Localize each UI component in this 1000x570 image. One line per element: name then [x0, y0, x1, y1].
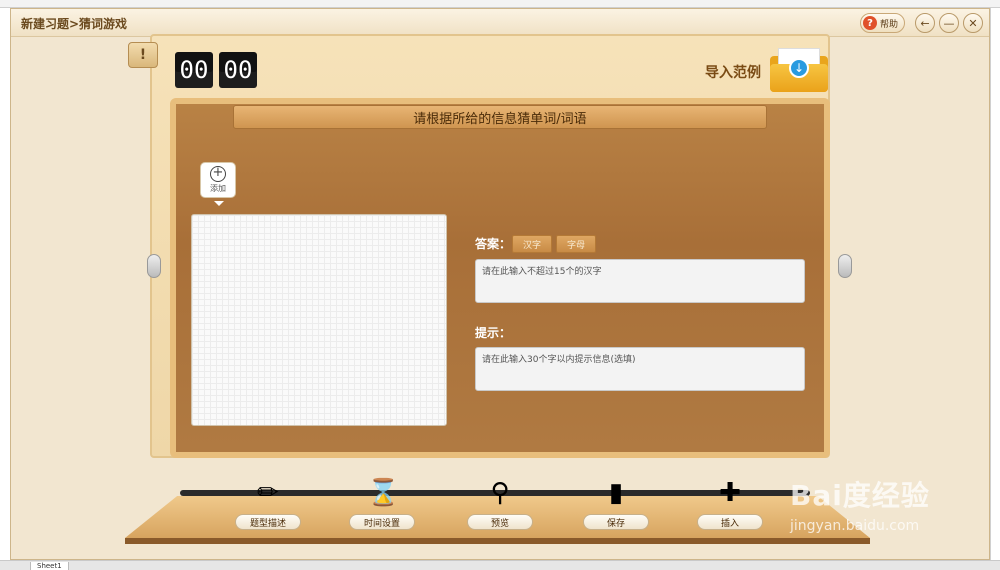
import-folder-icon[interactable]: ↓ [770, 46, 828, 92]
tool-label: 预览 [467, 514, 533, 530]
back-arrow-icon: ← [920, 16, 930, 30]
help-button[interactable]: ? 帮助 [859, 13, 905, 33]
insert-button[interactable]: ✚ 插入 [697, 474, 763, 534]
minimize-icon: — [943, 16, 955, 30]
timer-seconds: 00 [219, 52, 257, 88]
time-settings-button[interactable]: ⌛ 时间设置 [349, 474, 415, 534]
close-icon: ✕ [968, 16, 978, 30]
insert-icon: ✚ [719, 478, 741, 508]
import-example-label[interactable]: 导入范例 [705, 62, 761, 82]
magnifier-icon: ⚲ [490, 478, 510, 508]
pencil-icon: ✏ [257, 478, 279, 508]
plus-icon: + [210, 166, 226, 182]
usb-drive-icon: ▮ [608, 478, 624, 508]
help-label: 帮助 [879, 19, 898, 30]
image-canvas[interactable] [191, 214, 447, 426]
right-knob-icon [838, 254, 852, 278]
add-button[interactable]: + 添加 [200, 162, 236, 198]
answer-type-hanzi-button[interactable]: 汉字 [512, 235, 553, 253]
question-description-button[interactable]: ✏ 题型描述 [235, 474, 301, 534]
minimize-button[interactable]: — [939, 13, 959, 33]
add-caret-icon [214, 201, 224, 206]
background-toolbar [0, 0, 1000, 8]
window-title: 新建习题>猜词游戏 [21, 17, 128, 31]
answer-type-letters-button[interactable]: 字母 [556, 235, 597, 253]
close-button[interactable]: ✕ [963, 13, 983, 33]
answer-label: 答案： [475, 237, 512, 251]
hint-input[interactable]: 请在此输入30个字以内提示信息(选填) [475, 347, 805, 391]
tool-label: 保存 [583, 514, 649, 530]
watermark-brand: Bai度经验 [790, 479, 930, 512]
add-label: 添加 [210, 184, 226, 193]
background-status-bar: Sheet1 [0, 560, 1000, 570]
download-arrow-icon: ↓ [789, 58, 809, 78]
back-button[interactable]: ← [915, 13, 935, 33]
save-button[interactable]: ▮ 保存 [583, 474, 649, 534]
hint-label: 提示： [475, 326, 512, 340]
background-spreadsheet-right [990, 8, 1000, 560]
instruction-banner: 请根据所给的信息猜单词/词语 [233, 105, 767, 129]
exclamation-icon[interactable]: ! [128, 42, 158, 68]
titlebar: 新建习题>猜词游戏 ? 帮助 ← — ✕ [11, 9, 989, 37]
watermark-site: jingyan.baidu.com [790, 518, 920, 534]
watermark: Bai度经验 jingyan.baidu.com [790, 470, 970, 540]
tool-label: 题型描述 [235, 514, 301, 530]
answer-input[interactable]: 请在此输入不超过15个的汉字 [475, 259, 805, 303]
timer-display: 00 00 [175, 52, 257, 88]
tool-label: 插入 [697, 514, 763, 530]
timer-minutes: 00 [175, 52, 213, 88]
preview-button[interactable]: ⚲ 预览 [467, 474, 533, 534]
tool-label: 时间设置 [349, 514, 415, 530]
sheet-tab[interactable]: Sheet1 [30, 562, 69, 570]
hourglass-icon: ⌛ [367, 478, 400, 508]
left-knob-icon [147, 254, 161, 278]
shelf-edge [125, 538, 870, 544]
help-icon: ? [862, 16, 877, 30]
